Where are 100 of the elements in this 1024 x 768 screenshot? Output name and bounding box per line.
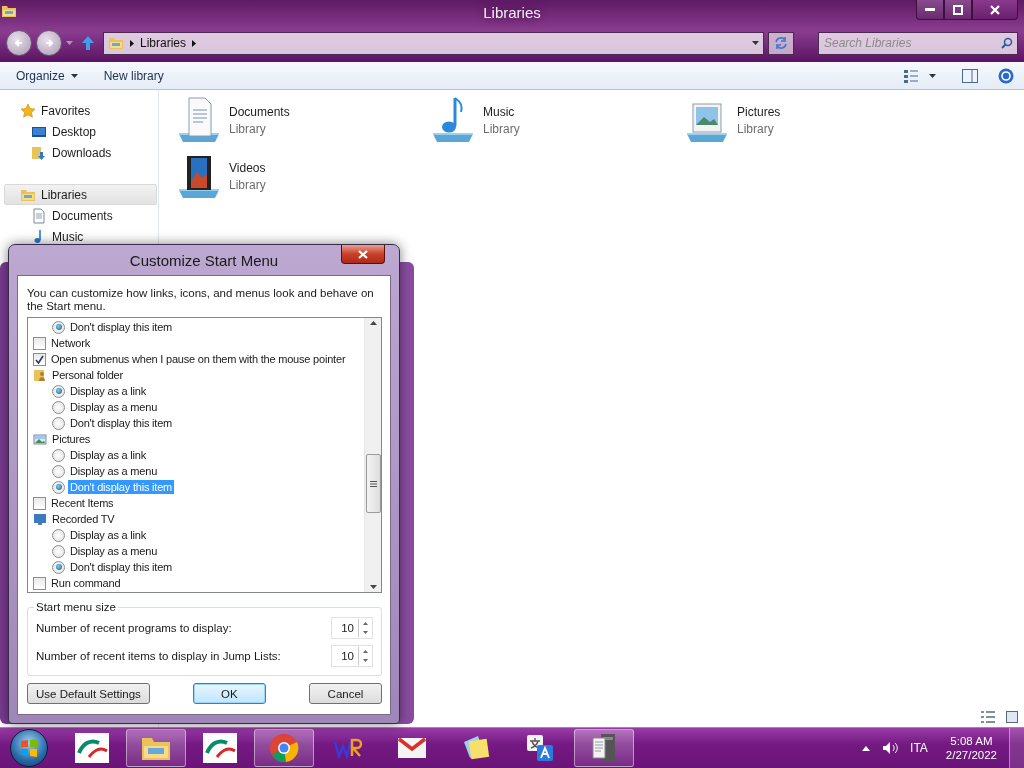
scroll-thumb[interactable] — [366, 454, 381, 513]
option-label[interactable]: Display as a menu — [68, 464, 160, 478]
forward-button[interactable] — [36, 30, 62, 56]
dialog-description: You can customize how links, icons, and menus look and behave on the Start menu. — [27, 287, 375, 313]
library-type: Library — [229, 177, 266, 192]
close-button[interactable] — [341, 245, 385, 264]
radio-button[interactable] — [52, 464, 65, 478]
picture-icon — [33, 432, 47, 446]
library-name[interactable]: Videos — [229, 160, 266, 175]
show-desktop-button[interactable] — [1009, 728, 1024, 768]
option-label[interactable]: Display as a link — [68, 384, 149, 398]
refresh-button[interactable] — [768, 31, 794, 55]
dialog-button[interactable]: Use Default Settings — [27, 683, 150, 704]
restore-button[interactable] — [944, 0, 972, 20]
radio-button[interactable] — [52, 400, 65, 414]
sidebar-item[interactable]: Desktop — [4, 121, 157, 142]
checkbox[interactable] — [33, 496, 46, 510]
option-label[interactable]: Display as a menu — [68, 400, 160, 414]
star-icon — [20, 102, 36, 119]
option-label[interactable]: Don't display this item — [68, 560, 175, 574]
sidebar-item[interactable]: Downloads — [4, 142, 157, 163]
radio-button[interactable] — [52, 480, 65, 494]
forward-arrow-icon — [44, 38, 54, 48]
option-label[interactable]: Recent Items — [49, 496, 116, 510]
clock-time[interactable]: 5:08 AM — [950, 735, 993, 747]
chrome-icon — [269, 733, 299, 763]
scroll-down-icon[interactable] — [369, 585, 377, 589]
minimize-button[interactable] — [916, 0, 944, 20]
option-label[interactable]: Don't display this item — [68, 320, 175, 334]
radio-button[interactable] — [52, 384, 65, 398]
sidebar-item[interactable]: Music — [4, 226, 157, 247]
chevron-icon[interactable] — [192, 39, 197, 47]
document-icon — [31, 207, 47, 224]
library-type: Library — [737, 121, 775, 136]
window-icon — [1, 3, 17, 19]
dialog-button[interactable]: OK — [192, 683, 266, 704]
dropdown-caret-icon — [752, 41, 759, 45]
details-view-icon[interactable] — [980, 711, 996, 723]
taskbar-button[interactable] — [254, 729, 314, 767]
address-bar[interactable]: Libraries — [103, 31, 764, 55]
up-arrow-icon[interactable] — [81, 35, 95, 51]
option-label[interactable]: Run command — [49, 576, 123, 590]
view-options-icon[interactable] — [903, 68, 919, 83]
number-spinner[interactable]: 10 — [331, 645, 373, 667]
large-icons-view-icon[interactable] — [1006, 711, 1018, 723]
option-label[interactable]: Don't display this item — [68, 416, 175, 430]
radio-button[interactable] — [52, 448, 65, 462]
language-indicator[interactable]: ITA — [910, 741, 928, 755]
back-arrow-icon — [14, 38, 24, 48]
checkbox[interactable] — [33, 336, 46, 350]
radio-button[interactable] — [52, 320, 65, 334]
radio-button[interactable] — [52, 416, 65, 430]
checkbox[interactable] — [33, 352, 46, 366]
option-label[interactable]: Display as a link — [68, 528, 149, 542]
chevron-icon[interactable] — [130, 39, 134, 47]
option-label[interactable]: Display as a menu — [68, 544, 160, 558]
speaker-icon[interactable] — [882, 741, 899, 755]
taskbar-button[interactable] — [574, 729, 634, 767]
search-icon[interactable] — [1001, 36, 1013, 49]
bank-logo-icon — [203, 733, 237, 763]
clock-date[interactable]: 2/27/2022 — [945, 749, 997, 761]
radio-button[interactable] — [52, 528, 65, 542]
option-label[interactable]: Display as a link — [68, 448, 149, 462]
number-spinner[interactable]: 10 — [331, 617, 373, 639]
help-icon[interactable] — [998, 67, 1014, 84]
option-label[interactable]: Network — [49, 336, 92, 350]
scrollbar[interactable] — [364, 318, 381, 592]
group-label: Pictures — [51, 432, 92, 446]
option-label[interactable]: Open submenus when I pause on them with the mouse pointer — [49, 352, 348, 366]
translate-icon — [525, 733, 555, 763]
close-icon — [358, 249, 368, 259]
scroll-up-icon[interactable] — [369, 321, 377, 325]
options-list[interactable] — [27, 317, 382, 593]
close-button[interactable] — [972, 0, 1018, 20]
maximize-icon — [953, 4, 963, 15]
menu-button[interactable]: Organize — [8, 65, 86, 86]
breadcrumb[interactable]: Libraries — [140, 36, 187, 50]
library-name[interactable]: Pictures — [737, 104, 781, 119]
show-hidden-icons-icon[interactable] — [862, 745, 871, 751]
taskbar-button[interactable] — [126, 729, 186, 767]
dialog-button[interactable]: Cancel — [309, 683, 382, 704]
search-field[interactable]: Search Libraries — [818, 31, 1018, 55]
sidebar-item[interactable]: Libraries — [4, 184, 157, 205]
windows-logo-icon — [19, 738, 39, 758]
library-name[interactable]: Music — [483, 104, 520, 119]
preview-pane-icon[interactable] — [962, 68, 978, 83]
radio-button[interactable] — [52, 560, 65, 574]
sidebar-item[interactable]: Documents — [4, 205, 157, 226]
back-button[interactable] — [6, 30, 32, 56]
start-button[interactable] — [10, 729, 48, 767]
checkmark-icon — [35, 354, 44, 364]
library-type: Library — [229, 121, 267, 136]
library-icon — [108, 35, 124, 51]
toolbar-button[interactable]: New library — [95, 65, 172, 86]
radio-button[interactable] — [52, 544, 65, 558]
wr-logo-icon — [333, 736, 363, 760]
sidebar-item[interactable]: Favorites — [4, 100, 157, 121]
checkbox[interactable] — [33, 576, 46, 590]
library-name[interactable]: Documents — [229, 104, 290, 119]
field-label: Number of recent items to display in Jump Lists: — [36, 650, 281, 662]
